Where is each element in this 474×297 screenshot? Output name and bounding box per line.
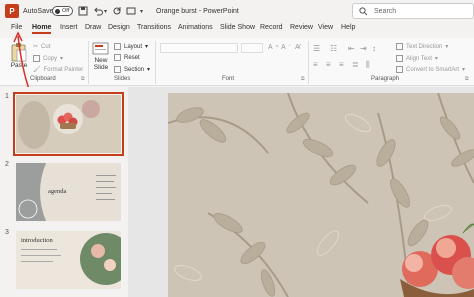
font-group-label: Font [222, 76, 235, 82]
ribbon-tabs: File Home Insert Draw Design Transitions… [0, 22, 474, 38]
section-icon [114, 66, 121, 73]
copy-label: Copy [43, 55, 58, 62]
paragraph-group-label: Paragraph [371, 76, 400, 82]
font-launcher-icon[interactable]: ⧉ [301, 76, 305, 82]
justify-icon[interactable]: ≣ [352, 60, 359, 69]
save-icon[interactable] [78, 0, 88, 22]
tab-draw[interactable]: Draw [85, 24, 101, 31]
decrease-font-icon[interactable]: Aˇ [281, 44, 291, 51]
new-slide-icon [92, 42, 109, 55]
document-title: Orange burst - PowerPoint [156, 7, 239, 15]
thumbnail-2-art [16, 163, 121, 221]
increase-indent-icon[interactable]: ⇥ [360, 44, 367, 53]
leaf-branch-illustration [168, 93, 474, 297]
copy-dropdown-icon: ▾ [60, 56, 64, 62]
columns-icon[interactable]: ⫼ [366, 60, 370, 70]
tab-insert[interactable]: Insert [60, 24, 78, 31]
new-slide-button[interactable]: New Slide [92, 42, 110, 71]
tab-help[interactable]: Help [341, 24, 355, 31]
align-center-icon[interactable]: ≡ [326, 60, 331, 69]
bullets-icon[interactable]: ☰ [313, 44, 320, 53]
ribbon-home: Paste ✂ Cut Copy ▾ 🖌 Format Painter Clipboa… [0, 38, 474, 86]
customize-qat-icon[interactable]: ▾ [140, 0, 143, 22]
current-slide-canvas[interactable] [168, 93, 474, 297]
text-direction-button[interactable]: Text Direction ▾ [396, 43, 448, 50]
layout-dropdown-icon: ▾ [145, 44, 149, 50]
layout-icon [114, 43, 121, 50]
autosave-label: AutoSave [23, 7, 54, 15]
section-button[interactable]: Section ▾ [114, 66, 150, 73]
numbering-icon[interactable]: ☷ [330, 44, 337, 53]
clipboard-launcher-icon[interactable]: ⧉ [81, 76, 85, 82]
font-name-select[interactable] [160, 43, 238, 53]
layout-button[interactable]: Layout ▾ [114, 43, 148, 50]
separator [308, 41, 309, 84]
tab-review[interactable]: Review [290, 24, 313, 31]
text-direction-label: Text Direction [406, 43, 443, 50]
tab-animations[interactable]: Animations [178, 24, 213, 31]
present-icon[interactable] [126, 0, 136, 22]
tab-view[interactable]: View [318, 24, 333, 31]
align-left-icon[interactable]: ≡ [313, 60, 318, 69]
align-right-icon[interactable]: ≡ [339, 60, 344, 69]
annotation-arrow-icon [13, 31, 31, 93]
section-dropdown-icon: ▾ [147, 67, 151, 73]
tab-slide-show[interactable]: Slide Show [220, 24, 255, 31]
new-slide-label-2: Slide [93, 64, 109, 71]
smartart-dropdown-icon: ▾ [462, 67, 466, 73]
slide-editor [128, 87, 474, 297]
thumbnail-3-title: introduction [21, 237, 53, 244]
increase-font-icon[interactable]: A ^ [268, 44, 278, 51]
search-input[interactable]: Search [352, 3, 474, 19]
align-text-icon [396, 55, 403, 62]
text-direction-icon [396, 43, 403, 50]
slide-number: 3 [5, 229, 9, 236]
decrease-indent-icon[interactable]: ⇤ [348, 44, 355, 53]
paragraph-launcher-icon[interactable]: ⧉ [465, 76, 469, 82]
reset-icon [114, 54, 121, 61]
thumbnail-1-art [16, 95, 121, 153]
reset-button[interactable]: Reset [114, 54, 140, 61]
smartart-icon [396, 66, 403, 73]
align-text-dropdown-icon: ▾ [434, 56, 438, 62]
powerpoint-app-icon: P [5, 4, 19, 18]
separator [88, 41, 89, 84]
format-painter-label: Format Painter [43, 66, 84, 73]
autosave-state: Off [62, 8, 70, 14]
search-icon [359, 6, 368, 15]
section-label: Section [124, 66, 145, 73]
autosave-toggle[interactable]: Off [52, 6, 73, 16]
format-painter-button[interactable]: 🖌 Format Painter [33, 66, 84, 74]
slide-thumbnail-1[interactable] [13, 92, 124, 156]
undo-icon[interactable] [93, 0, 103, 22]
smartart-button[interactable]: Convert to SmartArt ▾ [396, 66, 465, 73]
tab-design[interactable]: Design [108, 24, 130, 31]
text-direction-dropdown-icon: ▾ [445, 44, 449, 50]
cut-label: Cut [41, 43, 51, 50]
align-text-label: Align Text [406, 55, 432, 62]
slide-number: 2 [5, 161, 9, 168]
search-placeholder: Search [374, 7, 397, 15]
toggle-knob [55, 8, 60, 14]
redo-icon[interactable] [112, 0, 122, 22]
slide-thumbnail-2[interactable]: agenda [16, 163, 121, 221]
undo-dropdown-icon[interactable]: ▾ [104, 0, 107, 22]
font-size-select[interactable] [241, 43, 263, 53]
smartart-label: Convert to SmartArt [406, 66, 460, 73]
line-spacing-icon[interactable]: ↕ [372, 44, 376, 53]
tab-transitions[interactable]: Transitions [137, 24, 171, 31]
slides-group-label: Slides [114, 76, 131, 82]
new-slide-label: New [94, 57, 108, 64]
align-text-button[interactable]: Align Text ▾ [396, 55, 438, 62]
tab-record[interactable]: Record [260, 24, 283, 31]
slide-number: 1 [5, 93, 9, 100]
slide-thumbnail-3[interactable]: introduction [16, 231, 121, 289]
layout-label: Layout [124, 43, 143, 50]
clear-formatting-icon[interactable]: A̸ [295, 44, 300, 51]
reset-label: Reset [124, 54, 140, 61]
title-bar: P AutoSave Off ▾ ▾ Orange burst - PowerP… [0, 0, 474, 22]
thumbnail-2-title: agenda [48, 188, 67, 195]
separator [155, 41, 156, 84]
